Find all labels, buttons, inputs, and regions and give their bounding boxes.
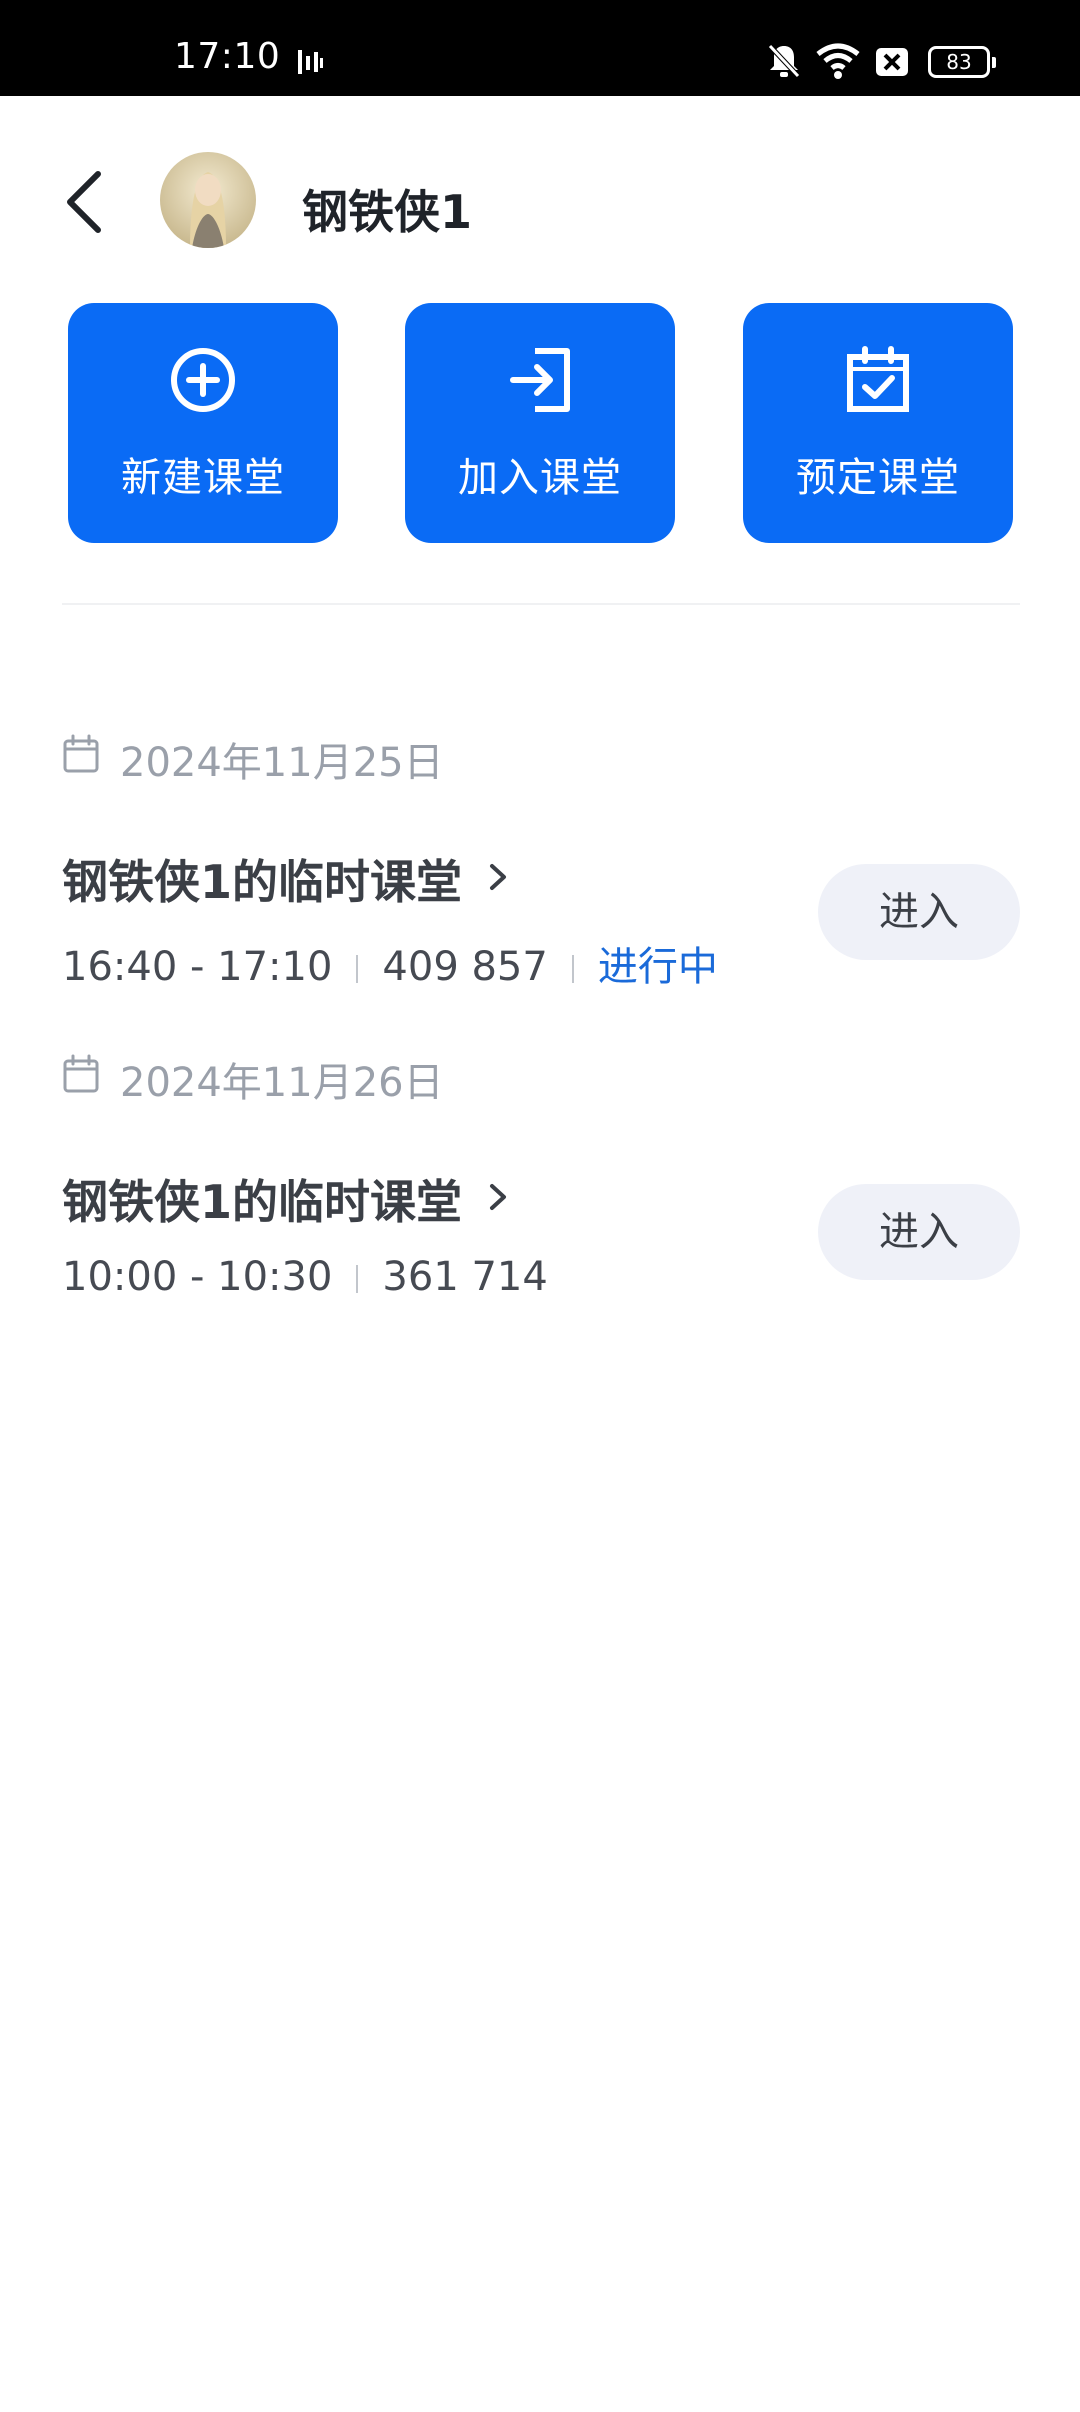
status-time: 17:10: [174, 36, 281, 77]
separator: [356, 1265, 359, 1293]
battery-indicator: 83: [928, 46, 996, 78]
meeting-id: 409 857: [382, 944, 548, 990]
avatar[interactable]: [160, 152, 256, 248]
status-bar: 17:10 83: [0, 0, 1080, 96]
chevron-right-icon: [490, 1184, 506, 1210]
calendar-check-icon: [847, 346, 909, 412]
schedule-class-button[interactable]: 预定课堂: [743, 303, 1013, 543]
back-arrow-icon[interactable]: [56, 162, 116, 242]
header: 钢铁侠1: [0, 96, 1080, 316]
separator: [356, 955, 359, 983]
new-class-label: 新建课堂: [121, 455, 285, 501]
login-icon: [510, 348, 570, 412]
new-class-button[interactable]: 新建课堂: [68, 303, 338, 543]
separator: [571, 955, 574, 983]
meeting-time: 10:00 - 10:30: [62, 1254, 333, 1300]
meeting-id: 361 714: [382, 1254, 548, 1300]
schedule-class-label: 预定课堂: [796, 455, 960, 501]
meeting-item[interactable]: 钢铁侠1的临时课堂 10:00 - 10:30 361 714 进入: [62, 1166, 1020, 1316]
mute-bell-icon: [768, 44, 800, 78]
calendar-icon: [63, 734, 99, 773]
meeting-status: 进行中: [597, 944, 718, 990]
join-class-button[interactable]: 加入课堂: [405, 303, 675, 543]
action-row: 新建课堂 加入课堂 预定课堂: [0, 303, 1080, 543]
calendar-icon: [63, 1054, 99, 1093]
meeting-time: 16:40 - 17:10: [62, 944, 333, 990]
signal-activity-icon: [298, 50, 323, 74]
enter-button[interactable]: 进入: [818, 864, 1020, 960]
divider: [62, 603, 1020, 605]
plus-circle-icon: [171, 348, 235, 412]
meeting-title[interactable]: 钢铁侠1的临时课堂: [62, 846, 462, 912]
wifi-icon: [816, 43, 860, 79]
join-class-label: 加入课堂: [458, 455, 622, 501]
avatar-image: [160, 152, 256, 248]
date-text: 2024年11月26日: [120, 1060, 444, 1106]
meeting-item[interactable]: 钢铁侠1的临时课堂 16:40 - 17:10 409 857 进行中 进入: [62, 846, 1020, 996]
user-name: 钢铁侠1: [302, 185, 473, 239]
meeting-info: 16:40 - 17:10 409 857 进行中: [62, 934, 718, 992]
meeting-title[interactable]: 钢铁侠1的临时课堂: [62, 1166, 462, 1232]
enter-button[interactable]: 进入: [818, 1184, 1020, 1280]
date-text: 2024年11月25日: [120, 740, 444, 786]
chevron-right-icon: [490, 864, 506, 890]
meeting-info: 10:00 - 10:30 361 714: [62, 1254, 548, 1300]
no-sim-icon: [876, 48, 908, 76]
